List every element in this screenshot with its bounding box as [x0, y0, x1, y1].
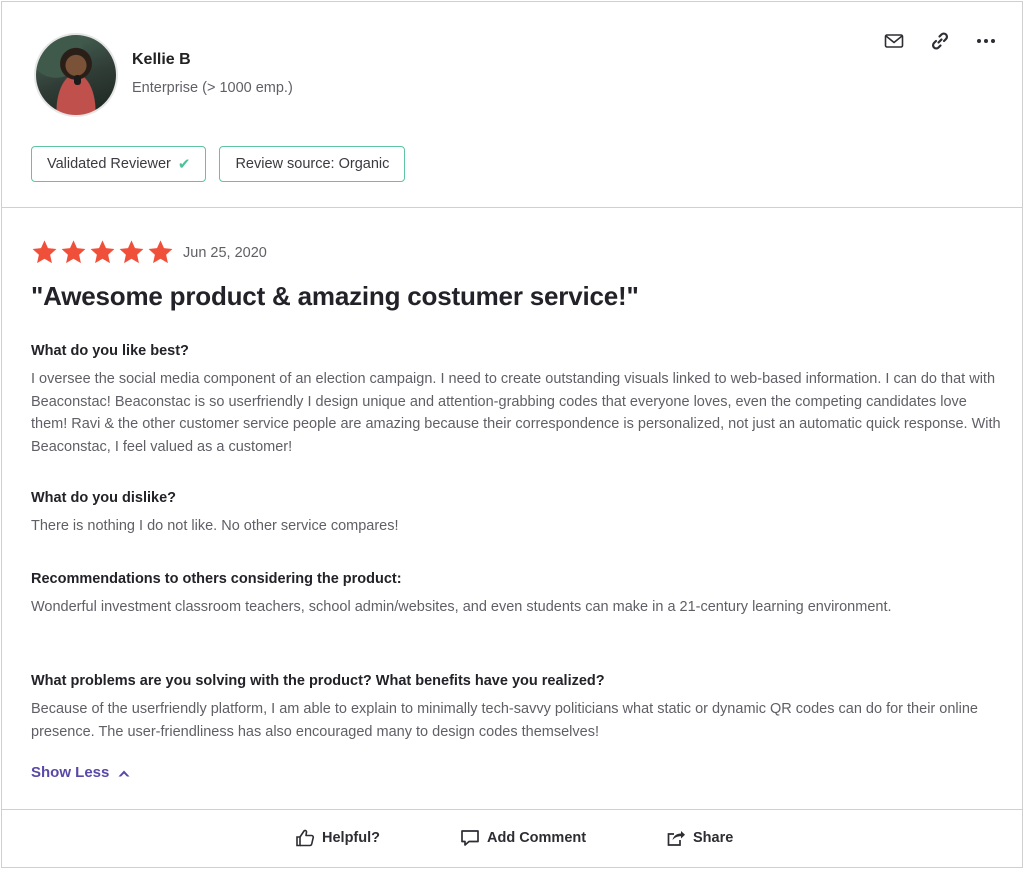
star-icon	[32, 240, 57, 264]
mail-icon[interactable]	[882, 30, 906, 52]
validated-reviewer-badge: Validated Reviewer ✔	[31, 146, 207, 182]
chevron-up-icon	[118, 770, 130, 776]
add-comment-button[interactable]: Add Comment	[460, 829, 586, 847]
answer: I oversee the social media component of …	[31, 371, 1001, 456]
review-card: Kellie B Enterprise (> 1000 emp.) Valida…	[1, 1, 1023, 868]
share-icon	[667, 831, 685, 846]
answer: There is nothing I do not like. No other…	[31, 518, 399, 534]
reviewer-badges: Validated Reviewer ✔ Review source: Orga…	[31, 146, 406, 182]
header-actions	[882, 30, 998, 52]
reviewer-name: Kellie B	[132, 51, 191, 68]
answer: Because of the userfriendly platform, I …	[31, 701, 978, 740]
show-less-link[interactable]: Show Less	[31, 764, 131, 781]
question: What problems are you solving with the p…	[31, 673, 605, 689]
share-label: Share	[693, 830, 734, 846]
star-icon	[90, 240, 115, 264]
qa-problems-benefits: What problems are you solving with the p…	[31, 673, 1001, 743]
review-body: Jun 25, 2020 "Awesome product & amazing …	[2, 209, 1022, 809]
check-icon: ✔	[177, 156, 191, 173]
reviewer-company: Enterprise (> 1000 emp.)	[132, 80, 293, 96]
star-icon	[148, 240, 173, 264]
link-icon[interactable]	[928, 30, 952, 52]
comment-icon	[461, 830, 479, 846]
qa-like-best: What do you like best? I oversee the soc…	[31, 343, 1001, 459]
star-icon	[119, 240, 144, 264]
qa-recommendations: Recommendations to others considering th…	[31, 571, 1001, 619]
helpful-button[interactable]: Helpful?	[295, 829, 380, 847]
thumbs-up-icon	[296, 829, 315, 847]
review-title: "Awesome product & amazing costumer serv…	[31, 281, 639, 311]
review-footer: Helpful? Add Comment Share	[2, 809, 1022, 867]
question: Recommendations to others considering th…	[31, 571, 402, 587]
question: What do you dislike?	[31, 490, 177, 506]
validated-reviewer-label: Validated Reviewer	[47, 156, 171, 172]
review-source-label: Review source: Organic	[235, 156, 390, 172]
add-comment-label: Add Comment	[487, 830, 587, 846]
more-icon[interactable]	[974, 30, 998, 52]
avatar	[34, 33, 118, 117]
star-rating	[31, 239, 174, 266]
star-icon	[61, 240, 86, 264]
question: What do you like best?	[31, 343, 189, 359]
review-header: Kellie B Enterprise (> 1000 emp.) Valida…	[2, 2, 1022, 208]
helpful-label: Helpful?	[322, 830, 380, 846]
review-source-badge: Review source: Organic	[219, 146, 406, 182]
rating-row: Jun 25, 2020	[31, 239, 267, 266]
answer: Wonderful investment classroom teachers,…	[31, 599, 892, 615]
show-less-label: Show Less	[31, 764, 110, 781]
share-button[interactable]: Share	[666, 829, 733, 847]
qa-dislike: What do you dislike? There is nothing I …	[31, 490, 1001, 538]
review-date: Jun 25, 2020	[183, 244, 267, 261]
